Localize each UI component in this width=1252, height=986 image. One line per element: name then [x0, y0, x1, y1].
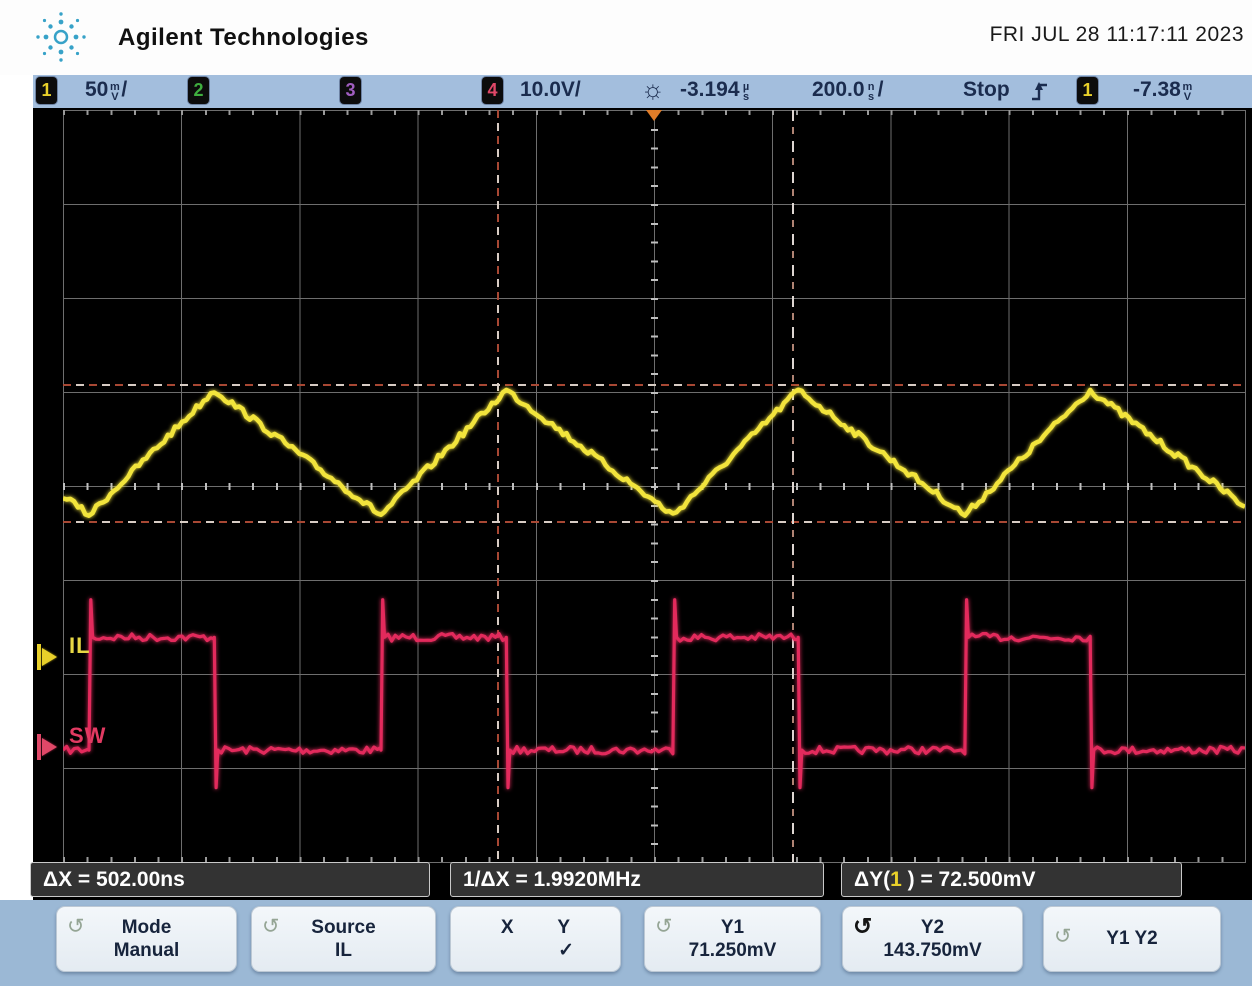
- status-bar: 1 50mV/ 2 3 4 10.0V/ ☼ -3.194µs 200.0ns/…: [33, 75, 1252, 108]
- channel-4-ground-stem: [37, 734, 41, 760]
- rotary-knob-icon: ↺: [1054, 925, 1072, 948]
- softkey-mode-value: Manual: [57, 939, 236, 962]
- checkmark-icon: ✓: [558, 939, 574, 962]
- softkey-y2-value: 143.750mV: [843, 939, 1022, 962]
- channel-4-badge[interactable]: 4: [482, 77, 503, 104]
- channel-2-badge[interactable]: 2: [188, 77, 209, 104]
- trigger-source-badge[interactable]: 1: [1077, 77, 1098, 104]
- channel-1-scale[interactable]: 50mV/: [85, 78, 127, 102]
- rotary-knob-icon: ↺: [262, 915, 280, 938]
- trace-sw: [63, 600, 1245, 788]
- softkey-mode[interactable]: ↺ Mode Manual: [56, 906, 237, 972]
- softkey-panel: ↺ Mode Manual ↺ Source IL X Y ✓ ↺ Y1 71.…: [0, 900, 1252, 986]
- softkey-source[interactable]: ↺ Source IL: [251, 906, 436, 972]
- channel-3-badge[interactable]: 3: [340, 77, 361, 104]
- delta-x-readout: ΔX = 502.00ns: [30, 862, 430, 897]
- softkey-y1y2[interactable]: ↺ Y1 Y2: [1043, 906, 1221, 972]
- trace-il: [63, 390, 1245, 516]
- brightness-icon[interactable]: ☼: [641, 74, 665, 105]
- waveform-display: IL SW: [33, 108, 1252, 900]
- header: Agilent Technologies FRI JUL 28 11:17:11…: [0, 0, 1252, 75]
- trigger-rising-edge-icon: [1030, 79, 1050, 103]
- softkey-xy-select[interactable]: X Y ✓: [450, 906, 621, 972]
- softkey-y1[interactable]: ↺ Y1 71.250mV: [644, 906, 821, 972]
- oscilloscope-screen: Agilent Technologies FRI JUL 28 11:17:11…: [0, 0, 1252, 986]
- rotary-knob-icon: ↺: [655, 915, 673, 938]
- channel-1-ground-marker[interactable]: [42, 648, 57, 666]
- softkey-y1-value: 71.250mV: [645, 939, 820, 962]
- agilent-logo-icon: [28, 4, 94, 70]
- softkey-y-option[interactable]: Y: [557, 916, 570, 939]
- rotary-knob-icon: ↺: [67, 915, 85, 938]
- softkey-source-value: IL: [252, 939, 435, 962]
- rotary-knob-icon-active: ↺: [853, 915, 872, 938]
- softkey-x-option[interactable]: X: [501, 916, 514, 939]
- channel-1-badge[interactable]: 1: [36, 77, 57, 104]
- graticule: IL SW: [63, 110, 1246, 863]
- time-reference-marker[interactable]: [646, 110, 662, 121]
- inverse-delta-x-readout: 1/ΔX = 1.9920MHz: [450, 862, 824, 897]
- trace-label-sw: SW: [69, 723, 106, 749]
- softkey-y2[interactable]: ↺ Y2 143.750mV: [842, 906, 1023, 972]
- delta-y-readout: ΔY(1 ) = 72.500mV: [841, 862, 1182, 897]
- acquisition-state: Stop: [963, 78, 1010, 102]
- channel-1-ground-stem: [37, 644, 41, 670]
- horizontal-delay-readout: -3.194µs: [680, 78, 753, 102]
- datetime-display: FRI JUL 28 11:17:11 2023: [990, 23, 1244, 47]
- channel-4-scale[interactable]: 10.0V/: [520, 78, 581, 102]
- timebase-readout[interactable]: 200.0ns/: [812, 78, 883, 102]
- waveform-traces: [63, 110, 1245, 862]
- brand-title: Agilent Technologies: [118, 24, 369, 52]
- channel-4-ground-marker[interactable]: [42, 738, 57, 756]
- trigger-level-readout[interactable]: -7.38mV: [1133, 78, 1194, 102]
- trace-label-il: IL: [69, 633, 91, 659]
